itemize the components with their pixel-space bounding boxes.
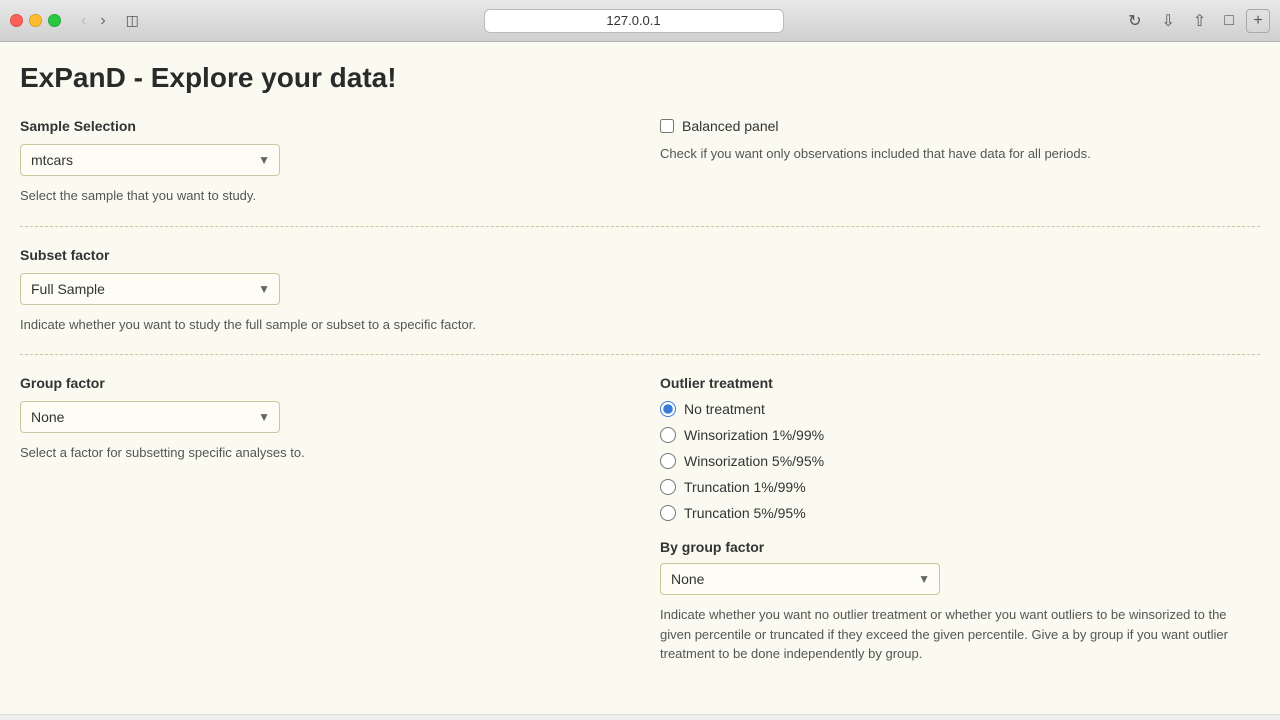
scrollbar[interactable]	[0, 714, 1280, 720]
radio-winsorization-5-95: Winsorization 5%/95%	[660, 453, 1260, 469]
traffic-lights	[10, 14, 61, 27]
outlier-treatment-radio-group: No treatment Winsorization 1%/99% Winsor…	[660, 401, 1260, 521]
outlier-treatment-label: Outlier treatment	[660, 375, 1260, 391]
subset-factor-label: Subset factor	[20, 247, 1260, 263]
subset-factor-wrapper: Full Sample ▼	[20, 273, 280, 305]
tab-view-button[interactable]: ◫	[120, 10, 145, 31]
subset-factor-dropdown[interactable]: Full Sample	[20, 273, 280, 305]
radio-truncation-1-99-input[interactable]	[660, 479, 676, 495]
sample-selection-section: Sample Selection mtcars ▼ Select the sam…	[20, 118, 620, 206]
radio-no-treatment-input[interactable]	[660, 401, 676, 417]
page-content: ExPanD - Explore your data! Sample Selec…	[0, 42, 1280, 720]
radio-no-treatment: No treatment	[660, 401, 1260, 417]
balanced-panel-row: Balanced panel	[660, 118, 1260, 134]
radio-no-treatment-label: No treatment	[684, 401, 765, 417]
radio-winsorization-1-99: Winsorization 1%/99%	[660, 427, 1260, 443]
by-group-factor-description: Indicate whether you want no outlier tre…	[660, 605, 1260, 664]
subset-factor-section: Subset factor Full Sample ▼ Indicate whe…	[20, 247, 1260, 335]
refresh-button[interactable]: ↻	[1122, 9, 1147, 33]
minimize-button[interactable]	[29, 14, 42, 27]
group-factor-wrapper: None ▼	[20, 401, 280, 433]
page-title: ExPanD - Explore your data!	[20, 62, 1260, 94]
sample-selection-dropdown[interactable]: mtcars	[20, 144, 280, 176]
nav-buttons: ‹ ›	[75, 10, 112, 32]
sample-selection-description: Select the sample that you want to study…	[20, 186, 620, 206]
sample-selection-label: Sample Selection	[20, 118, 620, 134]
bottom-section: Group factor None ▼ Select a factor for …	[20, 375, 1260, 664]
radio-winsorization-5-95-label: Winsorization 5%/95%	[684, 453, 824, 469]
balanced-panel-description: Check if you want only observations incl…	[660, 144, 1260, 164]
close-button[interactable]	[10, 14, 23, 27]
radio-winsorization-1-99-label: Winsorization 1%/99%	[684, 427, 824, 443]
subset-factor-description: Indicate whether you want to study the f…	[20, 315, 1260, 335]
group-factor-description: Select a factor for subsetting specific …	[20, 443, 620, 463]
divider-2	[20, 354, 1260, 355]
balanced-panel-label: Balanced panel	[682, 118, 779, 134]
back-button[interactable]: ‹	[75, 10, 92, 32]
radio-truncation-1-99: Truncation 1%/99%	[660, 479, 1260, 495]
sample-selection-wrapper: mtcars ▼	[20, 144, 280, 176]
divider-1	[20, 226, 1260, 227]
radio-truncation-5-95-input[interactable]	[660, 505, 676, 521]
new-tab-button[interactable]: +	[1246, 9, 1270, 33]
group-factor-section: Group factor None ▼ Select a factor for …	[20, 375, 620, 664]
radio-truncation-5-95-label: Truncation 5%/95%	[684, 505, 806, 521]
window-button[interactable]: □	[1218, 10, 1240, 32]
balanced-panel-checkbox[interactable]	[660, 119, 674, 133]
maximize-button[interactable]	[48, 14, 61, 27]
by-group-factor-dropdown[interactable]: None	[660, 563, 940, 595]
radio-truncation-5-95: Truncation 5%/95%	[660, 505, 1260, 521]
radio-winsorization-5-95-input[interactable]	[660, 453, 676, 469]
balanced-panel-section: Balanced panel Check if you want only ob…	[660, 118, 1260, 176]
radio-truncation-1-99-label: Truncation 1%/99%	[684, 479, 806, 495]
group-factor-dropdown[interactable]: None	[20, 401, 280, 433]
download-button[interactable]: ⇩	[1156, 9, 1181, 33]
url-input[interactable]	[484, 9, 784, 33]
group-factor-label: Group factor	[20, 375, 620, 391]
by-group-factor-label: By group factor	[660, 539, 1260, 555]
browser-chrome: ‹ › ◫ ↻ ⇩ ⇧ □ +	[0, 0, 1280, 42]
share-button[interactable]: ⇧	[1187, 9, 1212, 33]
browser-actions: ⇩ ⇧ □ +	[1156, 9, 1270, 33]
forward-button[interactable]: ›	[94, 10, 111, 32]
radio-winsorization-1-99-input[interactable]	[660, 427, 676, 443]
address-bar	[153, 9, 1114, 33]
top-section: Sample Selection mtcars ▼ Select the sam…	[20, 118, 1260, 206]
by-group-factor-wrapper: None ▼	[660, 563, 940, 595]
outlier-treatment-section: Outlier treatment No treatment Winsoriza…	[660, 375, 1260, 664]
